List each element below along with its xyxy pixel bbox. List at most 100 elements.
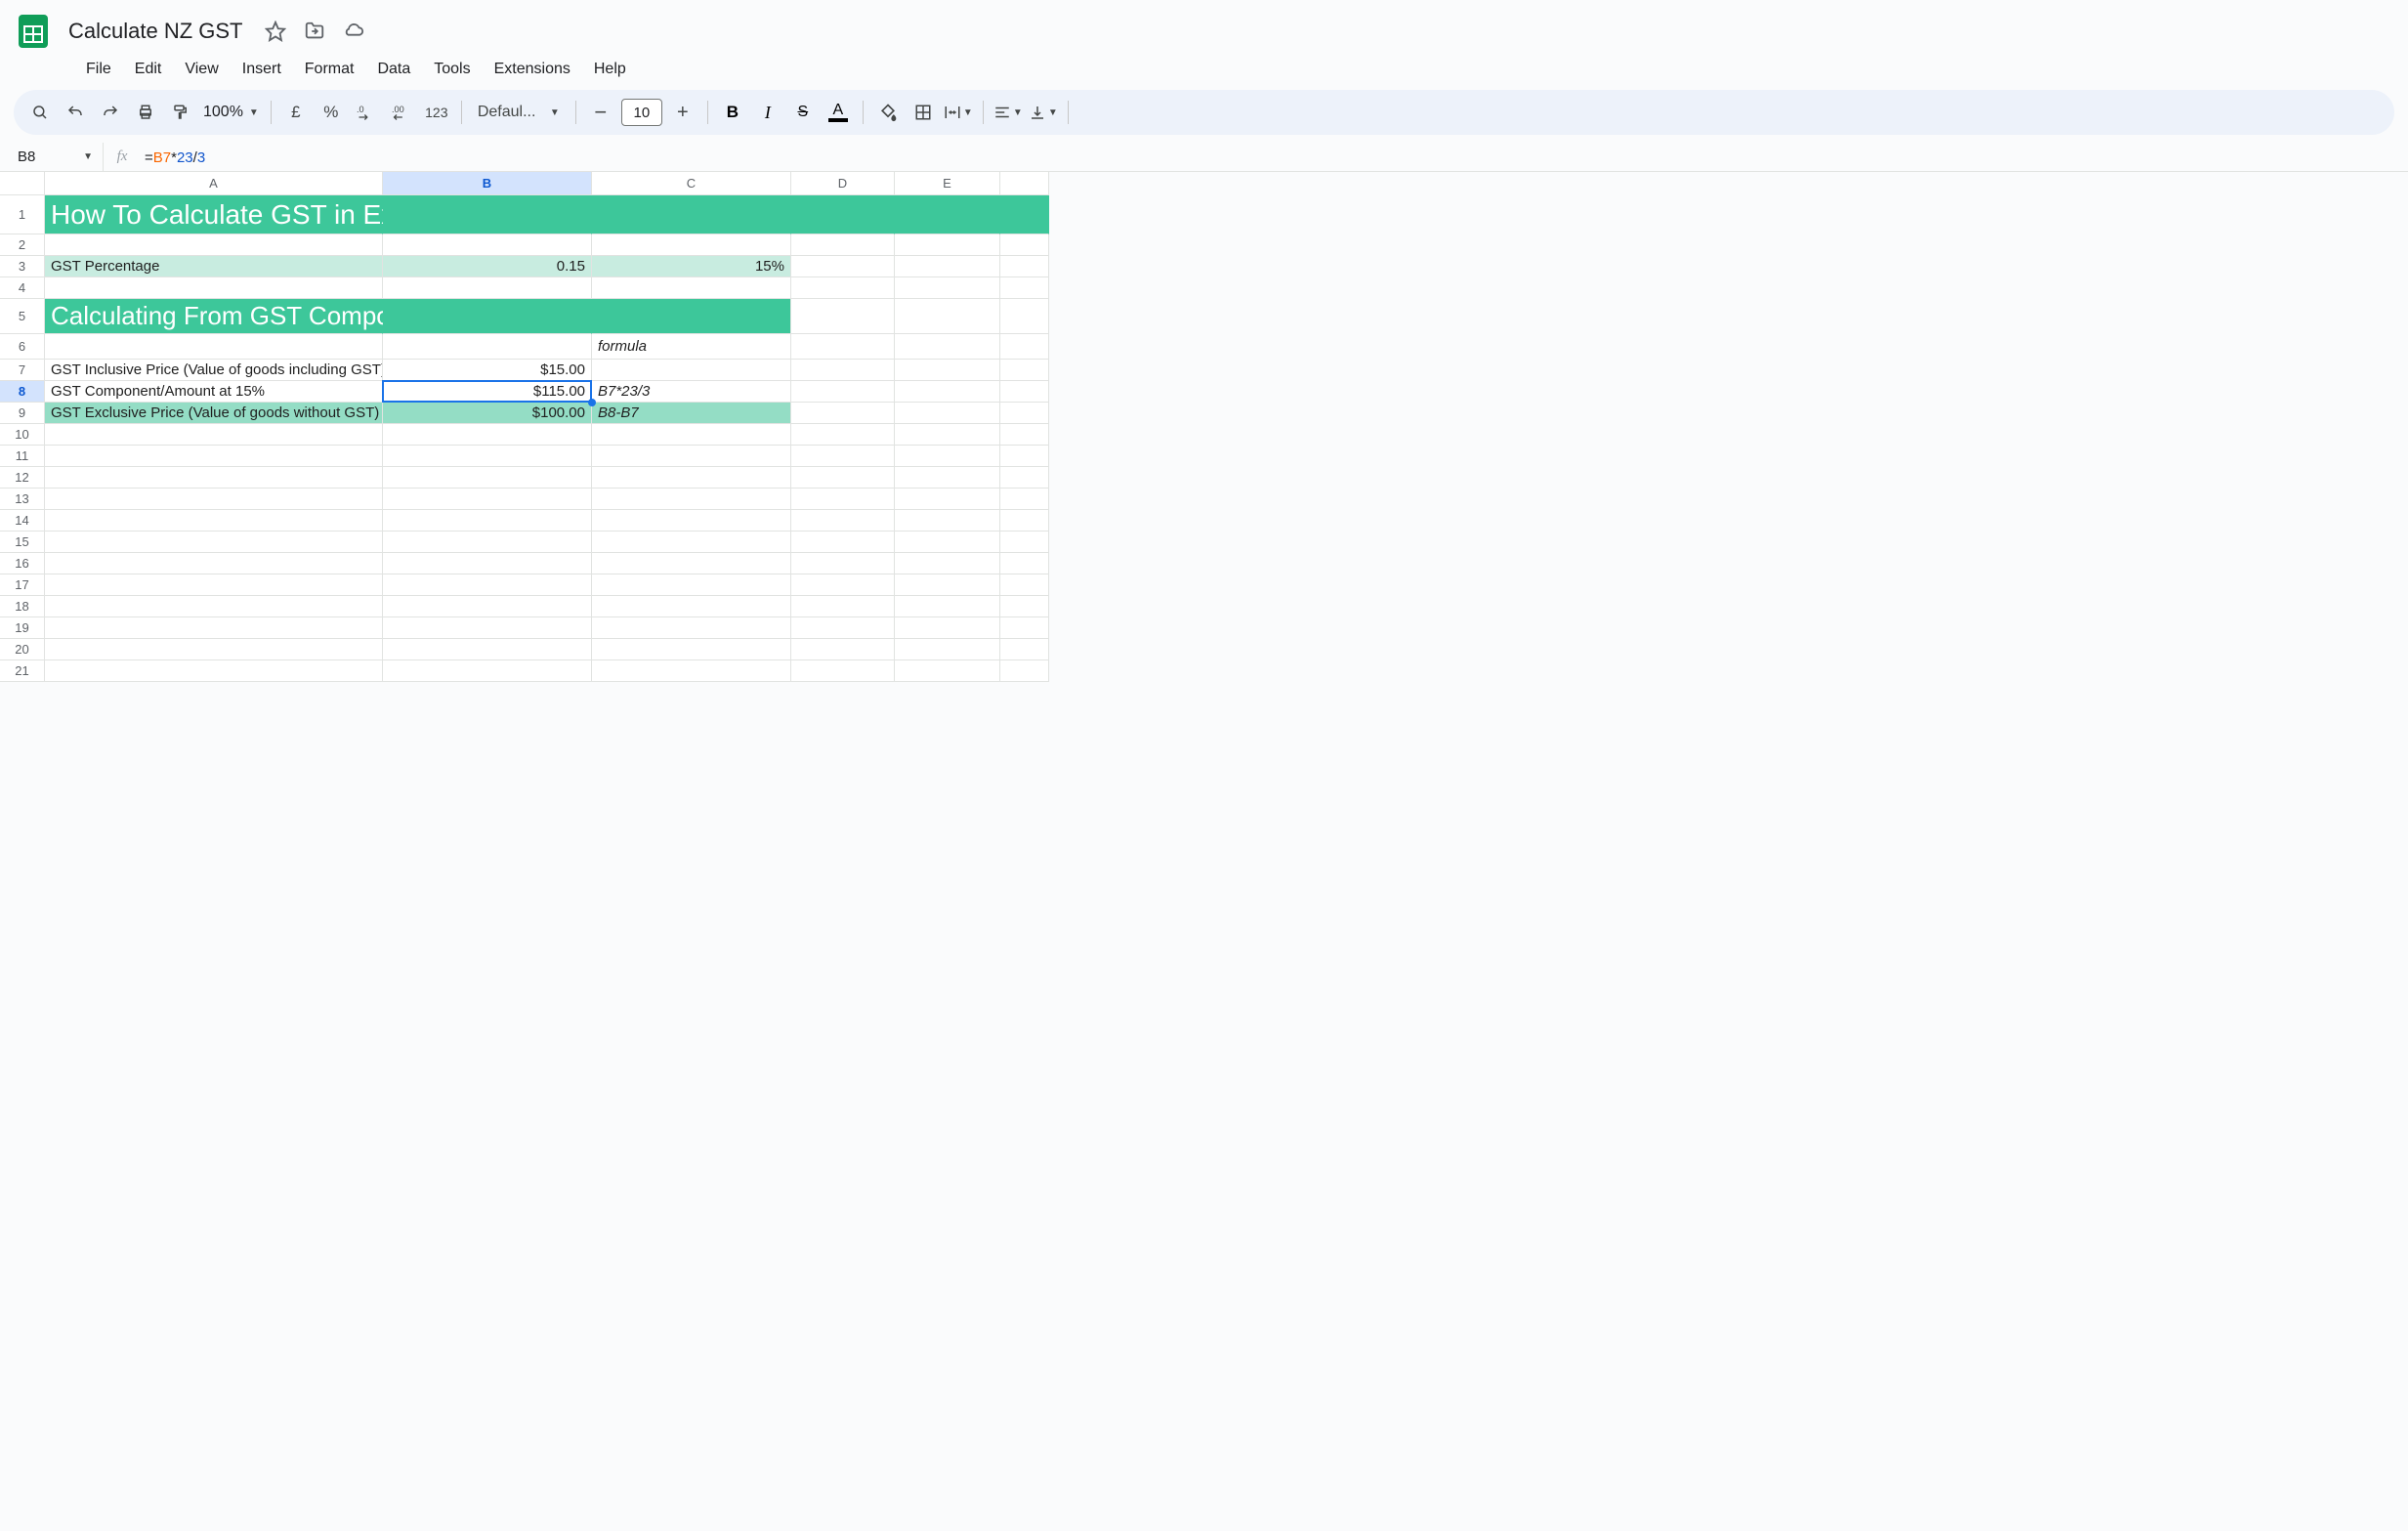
cell-B21[interactable] [383,660,592,682]
cell-B17[interactable] [383,574,592,596]
cell-D7[interactable] [791,360,895,381]
cell-B12[interactable] [383,467,592,489]
cell-F15[interactable] [1000,532,1049,553]
undo-icon[interactable] [59,96,92,129]
cell-E16[interactable] [895,553,1000,574]
row-header-5[interactable]: 5 [0,299,45,334]
col-header-B[interactable]: B [383,172,592,195]
menu-edit[interactable]: Edit [125,57,172,82]
search-menus-icon[interactable] [23,96,57,129]
cell-E14[interactable] [895,510,1000,532]
cell-B10[interactable] [383,424,592,446]
menu-format[interactable]: Format [295,57,364,82]
cell-B1[interactable] [383,195,592,234]
cell-E10[interactable] [895,424,1000,446]
cell-C12[interactable] [592,467,791,489]
cell-B4[interactable] [383,277,592,299]
redo-icon[interactable] [94,96,127,129]
cell-D10[interactable] [791,424,895,446]
cell-F1[interactable] [1000,195,1049,234]
cell-F12[interactable] [1000,467,1049,489]
cell-E20[interactable] [895,639,1000,660]
sheets-logo-icon[interactable] [14,6,53,57]
cell-D19[interactable] [791,617,895,639]
cell-A20[interactable] [45,639,383,660]
cell-A19[interactable] [45,617,383,639]
cell-A3[interactable]: GST Percentage [45,256,383,277]
cell-F21[interactable] [1000,660,1049,682]
cell-E5[interactable] [895,299,1000,334]
cell-A8[interactable]: GST Component/Amount at 15% [45,381,383,403]
row-header-18[interactable]: 18 [0,596,45,617]
row-header-11[interactable]: 11 [0,446,45,467]
print-icon[interactable] [129,96,162,129]
cell-C2[interactable] [592,234,791,256]
cell-A2[interactable] [45,234,383,256]
cell-C19[interactable] [592,617,791,639]
cell-D8[interactable] [791,381,895,403]
col-header-E[interactable]: E [895,172,1000,195]
font-family-select[interactable]: Defaul... ▼ [470,98,568,127]
cell-E9[interactable] [895,403,1000,424]
cell-A18[interactable] [45,596,383,617]
spreadsheet-grid[interactable]: A B C D E 123456789101112131415161718192… [0,172,2408,719]
cell-B15[interactable] [383,532,592,553]
cell-B19[interactable] [383,617,592,639]
cell-F11[interactable] [1000,446,1049,467]
format-percent-button[interactable]: % [315,96,348,129]
cell-C5[interactable] [592,299,791,334]
star-icon[interactable] [265,21,286,42]
cell-F8[interactable] [1000,381,1049,403]
cell-E1[interactable] [895,195,1000,234]
cell-D5[interactable] [791,299,895,334]
document-title[interactable]: Calculate NZ GST [64,17,247,46]
row-header-3[interactable]: 3 [0,256,45,277]
row-header-17[interactable]: 17 [0,574,45,596]
row-header-1[interactable]: 1 [0,195,45,234]
increase-decimal-icon[interactable]: .00 [385,96,418,129]
cell-B3[interactable]: 0.15 [383,256,592,277]
cell-D2[interactable] [791,234,895,256]
cell-E19[interactable] [895,617,1000,639]
cell-D21[interactable] [791,660,895,682]
cell-E13[interactable] [895,489,1000,510]
cell-F3[interactable] [1000,256,1049,277]
menu-tools[interactable]: Tools [424,57,480,82]
cell-A11[interactable] [45,446,383,467]
cell-B9[interactable]: $100.00 [383,403,592,424]
text-color-button[interactable]: A [822,96,855,129]
move-icon[interactable] [304,21,325,42]
cell-D17[interactable] [791,574,895,596]
font-size-input[interactable] [621,99,662,126]
cell-C7[interactable] [592,360,791,381]
cell-A7[interactable]: GST Inclusive Price (Value of goods incl… [45,360,383,381]
row-header-20[interactable]: 20 [0,639,45,660]
cell-E2[interactable] [895,234,1000,256]
cell-C18[interactable] [592,596,791,617]
cell-F14[interactable] [1000,510,1049,532]
format-currency-button[interactable]: £ [279,96,313,129]
cell-E17[interactable] [895,574,1000,596]
cell-C4[interactable] [592,277,791,299]
menu-insert[interactable]: Insert [232,57,291,82]
cell-C6[interactable]: formula [592,334,791,360]
menu-file[interactable]: File [76,57,121,82]
name-box[interactable]: B8 ▼ [0,143,104,171]
select-all-corner[interactable] [0,172,45,195]
menu-help[interactable]: Help [584,57,636,82]
cell-C10[interactable] [592,424,791,446]
cell-E18[interactable] [895,596,1000,617]
cell-A5[interactable]: Calculating From GST Component/Amount [45,299,383,334]
cell-D3[interactable] [791,256,895,277]
fill-color-button[interactable] [871,96,905,129]
cell-B6[interactable] [383,334,592,360]
formula-input[interactable]: =B7*23/3 [141,149,2408,166]
row-header-7[interactable]: 7 [0,360,45,381]
cell-E8[interactable] [895,381,1000,403]
cell-B11[interactable] [383,446,592,467]
cell-D20[interactable] [791,639,895,660]
cell-B5[interactable] [383,299,592,334]
cell-A9[interactable]: GST Exclusive Price (Value of goods with… [45,403,383,424]
row-header-12[interactable]: 12 [0,467,45,489]
cell-B13[interactable] [383,489,592,510]
